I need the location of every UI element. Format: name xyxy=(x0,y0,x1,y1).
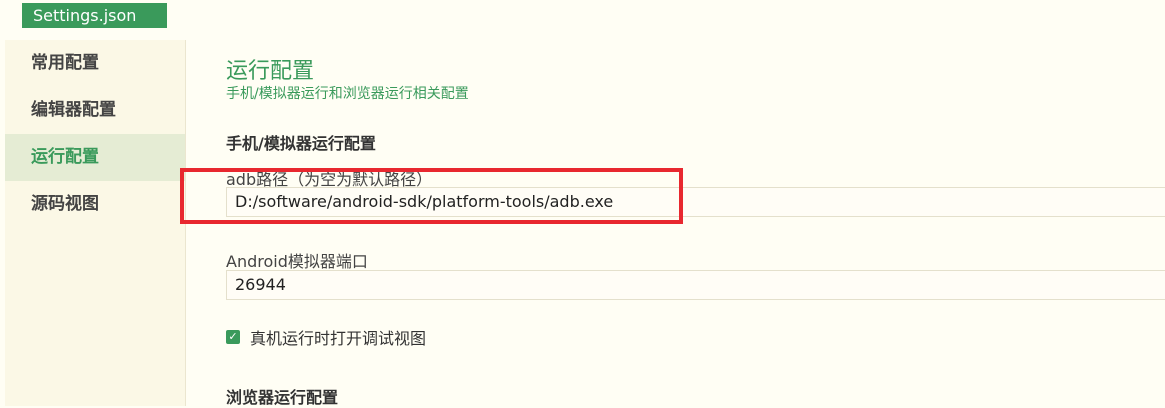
adb-path-input[interactable]: D:/software/android-sdk/platform-tools/a… xyxy=(226,187,1165,217)
settings-sidebar: 常用配置 编辑器配置 运行配置 源码视图 xyxy=(5,40,186,406)
sidebar-item-common-config[interactable]: 常用配置 xyxy=(5,40,185,87)
tab-settings-json[interactable]: Settings.json xyxy=(22,3,167,28)
tab-bar: Settings.json xyxy=(0,0,1165,30)
debug-view-checkbox-label: 真机运行时打开调试视图 xyxy=(250,329,427,348)
sidebar-item-run-config[interactable]: 运行配置 xyxy=(5,134,185,181)
debug-view-checkbox-row[interactable]: ✓ 真机运行时打开调试视图 xyxy=(226,326,426,348)
sidebar-item-editor-config[interactable]: 编辑器配置 xyxy=(5,87,185,134)
checkbox-checked-icon[interactable]: ✓ xyxy=(226,330,240,344)
page-title: 运行配置 xyxy=(226,59,315,84)
page-subtitle: 手机/模拟器运行和浏览器运行相关配置 xyxy=(226,86,469,102)
emulator-port-label: Android模拟器端口 xyxy=(226,252,368,271)
section-title-mobile: 手机/模拟器运行配置 xyxy=(226,134,376,153)
sidebar-item-source-view[interactable]: 源码视图 xyxy=(5,181,185,228)
settings-main-panel: 运行配置 手机/模拟器运行和浏览器运行相关配置 手机/模拟器运行配置 adb路径… xyxy=(180,40,1165,407)
emulator-port-input[interactable]: 26944 xyxy=(226,270,1165,300)
section-title-browser: 浏览器运行配置 xyxy=(226,388,339,407)
